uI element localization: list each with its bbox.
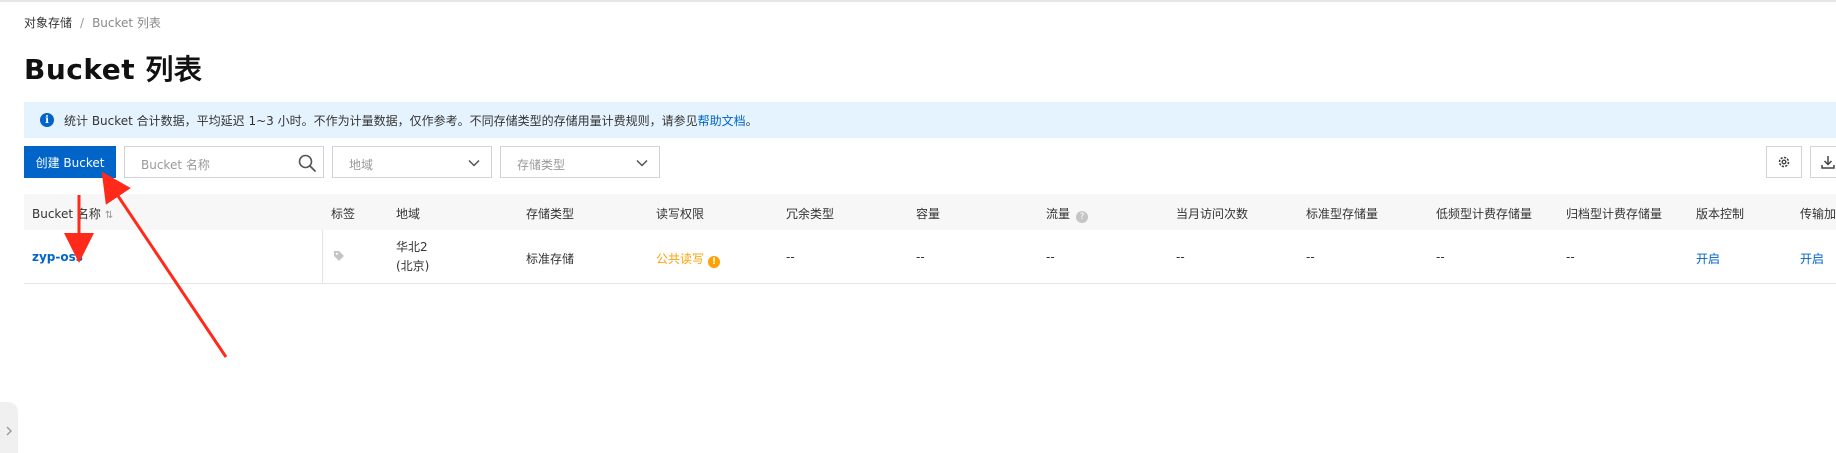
settings-button[interactable]: [1766, 146, 1802, 178]
versioning-link[interactable]: 开启: [1696, 250, 1720, 267]
storage-type-value: 标准存储: [526, 252, 575, 266]
chevron-down-icon: [468, 159, 480, 167]
col-bucket-name[interactable]: Bucket 名称 ⇅: [32, 205, 113, 222]
bucket-search-input[interactable]: Bucket 名称: [124, 146, 324, 178]
warning-icon[interactable]: !: [708, 256, 721, 268]
notice-suffix: 。: [745, 113, 758, 128]
bucket-table: Bucket 名称 ⇅ 标签 地域 存储类型 读写权限 冗余类型 容量 流量? 当…: [24, 194, 1836, 284]
breadcrumb-current: Bucket 列表: [92, 16, 161, 30]
region-line2: (北京): [396, 259, 430, 273]
col-transfer-accel: 传输加: [1800, 207, 1836, 221]
search-icon[interactable]: [297, 153, 317, 173]
info-icon: i: [40, 113, 54, 127]
sort-icon[interactable]: ⇅: [105, 210, 113, 221]
col-standard-storage: 标准型存储量: [1306, 207, 1379, 221]
col-redundancy: 冗余类型: [786, 207, 835, 221]
toolbar: 创建 Bucket Bucket 名称 地域 存储类型: [24, 146, 1836, 178]
col-storage-type: 存储类型: [526, 207, 575, 221]
tag-icon[interactable]: [333, 250, 345, 262]
column-divider: [322, 230, 323, 283]
col-capacity: 容量: [916, 207, 941, 221]
col-permission: 读写权限: [656, 207, 705, 221]
standard-storage-value: --: [1306, 250, 1315, 264]
col-label: Bucket 名称: [32, 207, 101, 221]
table-row: zyp-oss 华北2 (北京) 标准存储 公共读写! -- -- -- -- …: [24, 230, 1836, 284]
col-traffic: 流量?: [1046, 205, 1089, 223]
breadcrumb-root[interactable]: 对象存储: [24, 14, 72, 31]
table-header: Bucket 名称 ⇅ 标签 地域 存储类型 读写权限 冗余类型 容量 流量? 当…: [24, 194, 1836, 230]
info-notice: i 统计 Bucket 合计数据，平均延迟 1~3 小时。不作为计量数据，仅作参…: [24, 102, 1836, 138]
storage-placeholder: 存储类型: [517, 158, 566, 172]
col-region: 地域: [396, 207, 421, 221]
col-ia-storage: 低频型计费存储量: [1436, 207, 1533, 221]
download-icon: [1821, 156, 1835, 169]
permission-value: 公共读写!: [656, 250, 721, 268]
page-title: Bucket 列表: [24, 53, 203, 86]
col-tags: 标签: [331, 207, 356, 221]
notice-text: 统计 Bucket 合计数据，平均延迟 1~3 小时。不作为计量数据，仅作参考。…: [64, 113, 698, 128]
bucket-name-link[interactable]: zyp-oss: [32, 250, 83, 264]
help-icon[interactable]: ?: [1076, 211, 1089, 223]
col-monthly-visits: 当月访问次数: [1176, 207, 1249, 221]
chevron-right-icon: [6, 426, 12, 436]
gear-icon: [1778, 156, 1790, 168]
top-divider: [0, 0, 1836, 2]
redundancy-value: --: [786, 250, 795, 264]
archive-storage-value: --: [1566, 250, 1575, 264]
search-placeholder: Bucket 名称: [141, 158, 210, 172]
download-button[interactable]: [1810, 146, 1836, 178]
col-label: 流量: [1046, 207, 1071, 221]
region-placeholder: 地域: [349, 158, 374, 172]
capacity-value: --: [916, 250, 925, 264]
chevron-down-icon: [636, 159, 648, 167]
col-versioning: 版本控制: [1696, 207, 1745, 221]
breadcrumb-separator: /: [80, 15, 85, 30]
side-panel-toggle[interactable]: [0, 402, 18, 453]
transfer-accel-link[interactable]: 开启: [1800, 250, 1824, 267]
storage-type-select[interactable]: 存储类型: [500, 146, 660, 178]
help-doc-link[interactable]: 帮助文档: [698, 112, 746, 129]
create-bucket-button[interactable]: 创建 Bucket: [24, 146, 116, 178]
ia-storage-value: --: [1436, 250, 1445, 264]
region-line1: 华北2: [396, 240, 428, 254]
region-select[interactable]: 地域: [332, 146, 492, 178]
monthly-visits-value: --: [1176, 250, 1185, 264]
breadcrumb: 对象存储 / Bucket 列表: [24, 14, 161, 31]
permission-text: 公共读写: [656, 252, 705, 266]
traffic-value: --: [1046, 250, 1055, 264]
col-archive-storage: 归档型计费存储量: [1566, 207, 1663, 221]
